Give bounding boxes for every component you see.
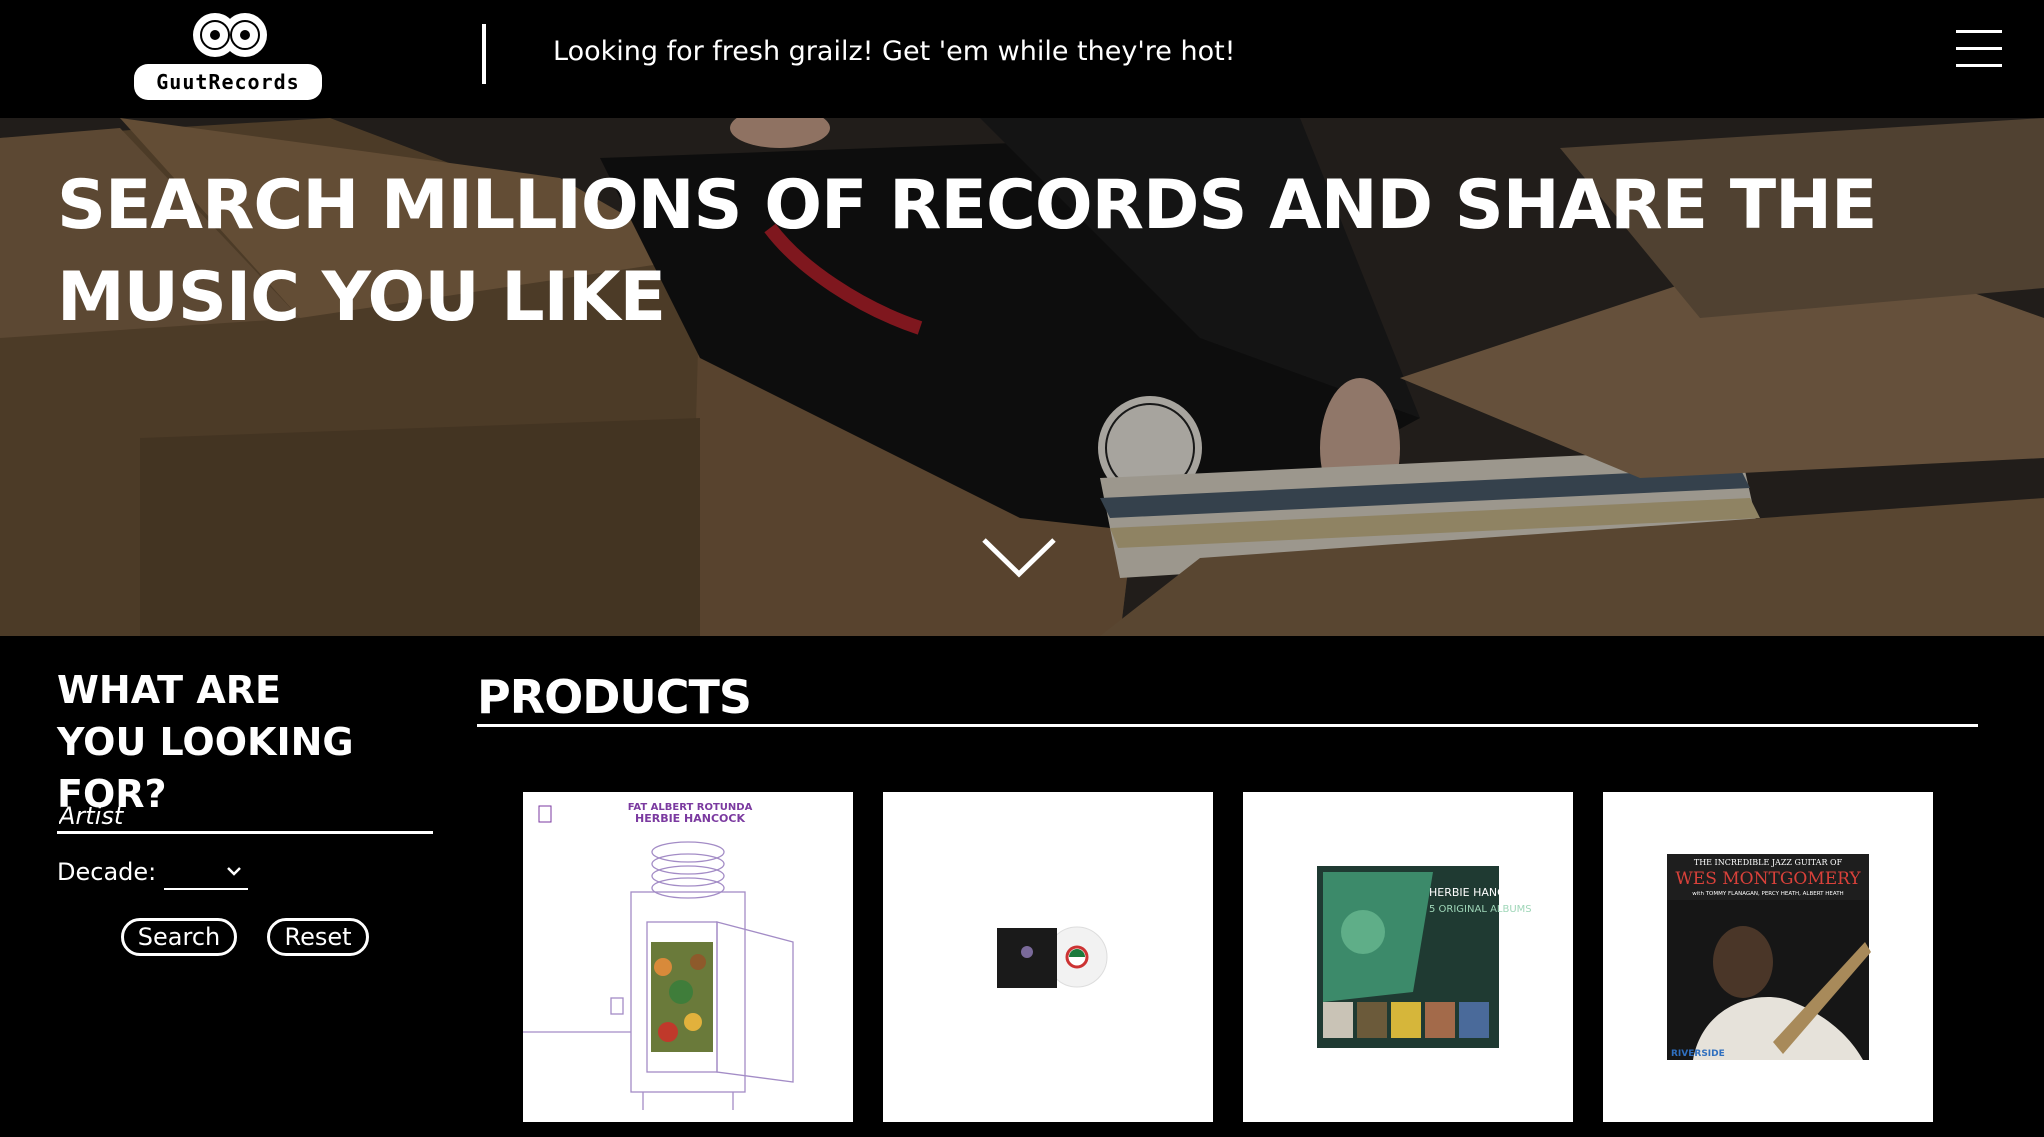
cover-label: RIVERSIDE <box>1671 1049 1725 1059</box>
album-cover-image: FAT ALBERT ROTUNDA HERBIE HANCOCK <box>523 792 853 1122</box>
artist-input[interactable] <box>57 800 433 834</box>
product-card[interactable]: THE INCREDIBLE JAZZ GUITAR OF WES MONTGO… <box>1603 792 1933 1122</box>
hamburger-menu-icon[interactable] <box>1956 30 2002 68</box>
reset-button[interactable]: Reset <box>267 918 369 956</box>
products-divider <box>477 724 1978 727</box>
decade-select[interactable] <box>164 854 249 890</box>
album-cover-image: HERBIE HANCOCK 5 ORIGINAL ALBUMS <box>1243 792 1573 1122</box>
logo-wordmark: GuutRecords <box>134 64 322 100</box>
chevron-down-icon <box>227 867 242 876</box>
product-card[interactable]: HERBIE HANCOCK 5 ORIGINAL ALBUMS <box>1243 792 1573 1122</box>
cover-artist: WES MONTGOMERY <box>1675 869 1861 889</box>
header-divider <box>482 24 486 84</box>
vinyl-logo-icon <box>193 13 267 57</box>
cover-title: 5 ORIGINAL ALBUMS <box>1429 904 1532 915</box>
product-card[interactable]: FAT ALBERT ROTUNDA HERBIE HANCOCK <box>523 792 853 1122</box>
header-tagline: Looking for fresh grailz! Get 'em while … <box>553 36 1236 67</box>
chevron-down-icon[interactable] <box>980 534 1058 580</box>
site-logo[interactable]: GuutRecords <box>134 10 324 100</box>
album-cover-image <box>883 792 1213 1122</box>
cover-artist: HERBIE HANCOCK <box>635 812 745 825</box>
hero-title: SEARCH MILLIONS OF RECORDS AND SHARE THE… <box>57 166 1878 337</box>
cover-subtitle: with TOMMY FLANAGAN, PERCY HEATH, ALBERT… <box>1692 891 1843 897</box>
site-header: GuutRecords Looking for fresh grailz! Ge… <box>0 0 2044 118</box>
decade-label: Decade: <box>57 858 157 886</box>
search-button[interactable]: Search <box>121 918 237 956</box>
filter-heading: WHAT ARE YOU LOOKING FOR? <box>57 668 354 816</box>
decade-row: Decade: <box>57 854 249 890</box>
search-filter-panel: WHAT ARE YOU LOOKING FOR? Decade: Search… <box>57 664 437 956</box>
album-cover-image: THE INCREDIBLE JAZZ GUITAR OF WES MONTGO… <box>1603 792 1933 1122</box>
products-heading: PRODUCTS <box>477 670 752 724</box>
cover-title: THE INCREDIBLE JAZZ GUITAR OF <box>1694 858 1843 867</box>
hero-banner: SEARCH MILLIONS OF RECORDS AND SHARE THE… <box>0 118 2044 636</box>
product-card[interactable] <box>883 792 1213 1122</box>
cover-artist: HERBIE HANCOCK <box>1429 886 1529 899</box>
